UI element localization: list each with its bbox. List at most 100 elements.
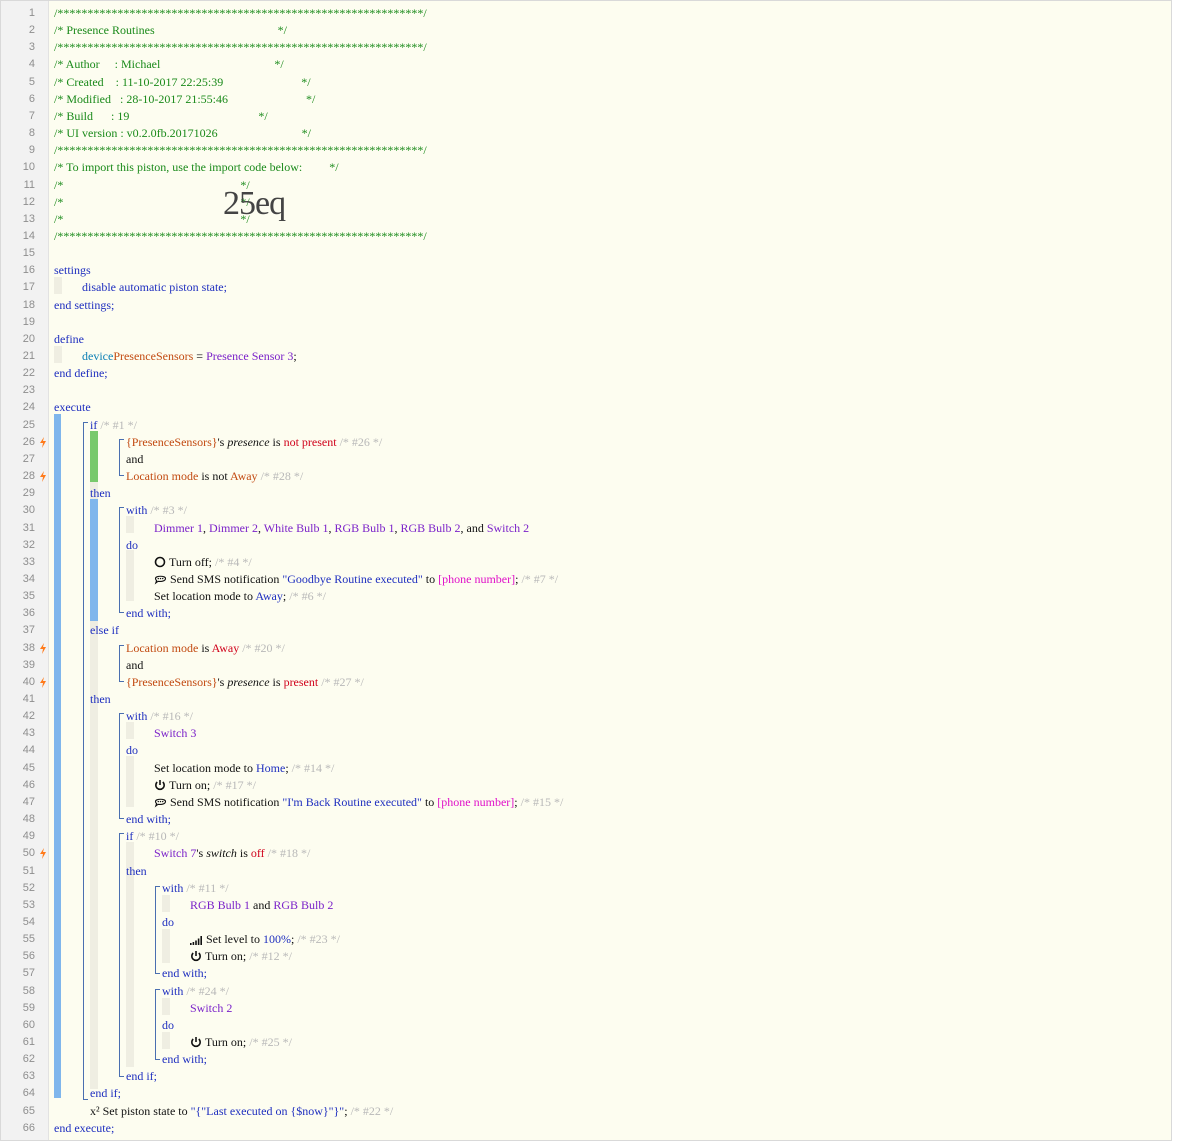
code-line[interactable]: do <box>54 914 174 931</box>
code-line[interactable]: {PresenceSensors}'s presence is not pres… <box>54 434 382 451</box>
device-name[interactable]: Presence Sensor 3 <box>206 349 293 363</box>
with-keyword[interactable]: with <box>126 709 147 723</box>
code-line[interactable]: /***************************************… <box>54 39 427 56</box>
code-line[interactable]: disable automatic piston state; <box>54 279 227 296</box>
code-line[interactable]: define <box>54 331 84 348</box>
code-line[interactable]: /* Created : 11-10-2017 22:25:39 */ <box>54 74 311 91</box>
device-name[interactable]: Switch 2 <box>190 1001 232 1015</box>
code-line[interactable]: Send SMS notification "Goodbye Routine e… <box>54 571 558 588</box>
if-keyword[interactable]: if <box>90 418 97 432</box>
code-line[interactable]: and <box>54 451 143 468</box>
code-line[interactable]: execute <box>54 399 91 416</box>
code-line[interactable]: Location mode is not Away /* #28 */ <box>54 468 303 485</box>
code-line[interactable]: /* */ <box>54 177 250 194</box>
code-line[interactable]: RGB Bulb 1 and RGB Bulb 2 <box>54 897 333 914</box>
code-line[interactable]: Turn off; /* #4 */ <box>54 554 252 571</box>
code-line[interactable]: /* Presence Routines */ <box>54 22 287 39</box>
with-keyword[interactable]: with <box>162 881 183 895</box>
code-line[interactable]: end if; <box>54 1085 121 1102</box>
device-name[interactable]: RGB Bulb 1 <box>190 898 250 912</box>
code-line[interactable]: end with; <box>54 605 171 622</box>
code-line[interactable]: end with; <box>54 965 207 982</box>
code-line[interactable]: end settings; <box>54 297 114 314</box>
code-line[interactable]: if /* #10 */ <box>54 828 179 845</box>
code-line[interactable]: end execute; <box>54 1120 114 1137</box>
code-line[interactable]: end with; <box>54 1051 207 1068</box>
code-line[interactable]: with /* #24 */ <box>54 983 229 1000</box>
code-line[interactable]: Switch 7's switch is off /* #18 */ <box>54 845 310 862</box>
line-number: 47 <box>22 795 35 808</box>
code-line[interactable]: /* Modified : 28-10-2017 21:55:46 */ <box>54 91 315 108</box>
lightning-icon[interactable] <box>39 471 47 482</box>
code-line[interactable]: if /* #1 */ <box>54 417 137 434</box>
code-line[interactable]: Set location mode to Away; /* #6 */ <box>54 588 326 605</box>
device-name[interactable]: Switch 7 <box>154 846 196 860</box>
device-name[interactable]: RGB Bulb 2 <box>273 898 333 912</box>
code-line[interactable]: Turn on; /* #25 */ <box>54 1034 292 1051</box>
code-line[interactable]: end if; <box>54 1068 157 1085</box>
line-number: 63 <box>22 1070 35 1083</box>
turn-on-command[interactable]: Turn on; <box>205 949 246 963</box>
code-line[interactable]: /* */ <box>54 211 250 228</box>
device-name[interactable]: Dimmer 1 <box>154 521 203 535</box>
lightning-icon[interactable] <box>39 848 47 859</box>
code-line[interactable]: do <box>54 1017 174 1034</box>
power-icon <box>190 1036 202 1048</box>
turn-on-command[interactable]: Turn on; <box>169 778 210 792</box>
code-line[interactable]: with /* #11 */ <box>54 880 229 897</box>
code-line[interactable]: and <box>54 657 143 674</box>
device-name[interactable]: Switch 2 <box>487 521 529 535</box>
is-keyword: is <box>198 640 212 655</box>
code-line[interactable]: Set level to 100%; /* #23 */ <box>54 931 340 948</box>
code-line[interactable]: do <box>54 537 138 554</box>
turn-off-command[interactable]: Turn off; <box>169 555 212 569</box>
code-line[interactable]: /* Build : 19 */ <box>54 108 268 125</box>
device-name[interactable]: Switch 3 <box>154 726 196 740</box>
code-line[interactable]: Location mode is Away /* #20 */ <box>54 640 285 657</box>
lightning-icon[interactable] <box>39 677 47 688</box>
device-name[interactable]: Dimmer 2 <box>209 521 258 535</box>
with-keyword[interactable]: with <box>126 503 147 517</box>
if-keyword[interactable]: if <box>126 829 133 843</box>
code-line[interactable]: devicePresenceSensors = Presence Sensor … <box>54 348 297 365</box>
code-line[interactable]: {PresenceSensors}'s presence is present … <box>54 674 364 691</box>
code-line[interactable]: Set location mode to Home; /* #14 */ <box>54 760 334 777</box>
device-name[interactable]: RGB Bulb 1 <box>334 521 394 535</box>
code-line[interactable]: /***************************************… <box>54 5 427 22</box>
piston-state-value: "{"Last executed on {$now}"}" <box>190 1103 345 1118</box>
code-line[interactable]: /* */ <box>54 194 250 211</box>
code-line[interactable]: then <box>54 691 111 708</box>
with-keyword[interactable]: with <box>162 984 183 998</box>
turn-on-command[interactable]: Turn on; <box>205 1035 246 1049</box>
code-line[interactable]: do <box>54 742 138 759</box>
code-line[interactable]: Switch 2 <box>54 1000 232 1017</box>
header-comment-line: /* To import this piston, use the import… <box>54 160 339 175</box>
code-line[interactable]: else if <box>54 622 119 639</box>
code-line[interactable]: Dimmer 1, Dimmer 2, White Bulb 1, RGB Bu… <box>54 520 529 537</box>
code-line[interactable]: with /* #16 */ <box>54 708 193 725</box>
code-line[interactable]: settings <box>54 262 91 279</box>
device-name[interactable]: RGB Bulb 2 <box>400 521 460 535</box>
code-line[interactable]: Send SMS notification "I'm Back Routine … <box>54 794 563 811</box>
code-line[interactable]: Turn on; /* #17 */ <box>54 777 256 794</box>
code-line[interactable]: /***************************************… <box>54 228 427 245</box>
code-line[interactable]: /* UI version : v0.2.0fb.20171026 */ <box>54 125 311 142</box>
code-line[interactable]: Turn on; /* #12 */ <box>54 948 292 965</box>
lightning-icon[interactable] <box>39 437 47 448</box>
device-name[interactable]: White Bulb 1 <box>264 521 329 535</box>
line-number: 51 <box>22 864 35 877</box>
code-line[interactable]: x² Set piston state to "{"Last executed … <box>54 1103 393 1120</box>
line-number: 52 <box>22 881 35 894</box>
code-line[interactable]: with /* #3 */ <box>54 502 187 519</box>
code-line[interactable]: then <box>54 485 111 502</box>
else-if-keyword[interactable]: else if <box>90 623 119 637</box>
code-line[interactable]: /* To import this piston, use the import… <box>54 159 339 176</box>
code-line[interactable]: /* Author : Michael */ <box>54 56 284 73</box>
code-line[interactable]: end define; <box>54 365 108 382</box>
lightning-icon[interactable] <box>39 643 47 654</box>
code-line[interactable]: end with; <box>54 811 171 828</box>
equals-sign: = <box>193 349 207 363</box>
code-line[interactable]: then <box>54 863 147 880</box>
code-line[interactable]: Switch 3 <box>54 725 196 742</box>
code-line[interactable]: /***************************************… <box>54 142 427 159</box>
